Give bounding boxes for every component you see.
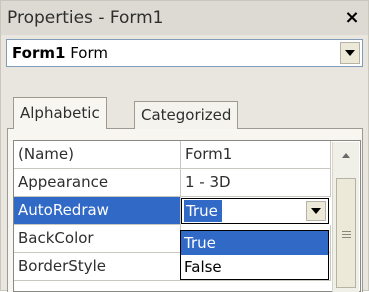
scrollbar-thumb[interactable] — [336, 178, 356, 288]
property-value[interactable]: 1 - 3D — [181, 169, 331, 197]
property-name: BackColor — [14, 225, 181, 253]
chevron-down-icon — [345, 50, 355, 56]
scroll-up-button[interactable] — [335, 144, 357, 166]
properties-window: Properties - Form1 × Form1 Form Alphabet… — [0, 0, 369, 292]
dropdown-option-false[interactable]: False — [181, 255, 328, 279]
object-selector-dropdown-button[interactable] — [340, 42, 360, 64]
object-name: Form1 — [12, 44, 66, 62]
vertical-scrollbar[interactable] — [332, 142, 359, 292]
value-dropdown-list: True False — [180, 230, 329, 280]
object-selector-label: Form1 Form — [12, 44, 108, 62]
window-title: Properties - Form1 — [7, 8, 164, 28]
property-name: Appearance — [14, 169, 181, 197]
property-name: (Name) — [14, 141, 181, 169]
tab-alphabetic[interactable]: Alphabetic — [13, 97, 107, 129]
property-value[interactable]: Form1 — [181, 141, 331, 169]
dropdown-option-true[interactable]: True — [181, 231, 328, 255]
property-name: AutoRedraw — [14, 197, 181, 225]
close-icon: × — [344, 7, 360, 28]
object-selector[interactable]: Form1 Form — [6, 39, 363, 67]
chevron-down-icon — [311, 208, 321, 214]
property-value-editor[interactable]: True — [181, 198, 329, 224]
property-name: BorderStyle — [14, 253, 181, 281]
property-row[interactable]: (Name) Form1 — [14, 141, 331, 169]
grip-icon — [342, 231, 351, 232]
title-bar[interactable]: Properties - Form1 × — [1, 1, 368, 35]
property-row-selected[interactable]: AutoRedraw True — [14, 197, 331, 225]
object-type: Form — [70, 44, 108, 62]
property-row[interactable]: Appearance 1 - 3D — [14, 169, 331, 197]
property-value-selected-text[interactable]: True — [184, 200, 222, 222]
chevron-up-icon — [342, 152, 350, 158]
close-button[interactable]: × — [342, 8, 362, 28]
property-value-dropdown-button[interactable] — [306, 201, 326, 221]
tab-categorized[interactable]: Categorized — [134, 101, 239, 129]
